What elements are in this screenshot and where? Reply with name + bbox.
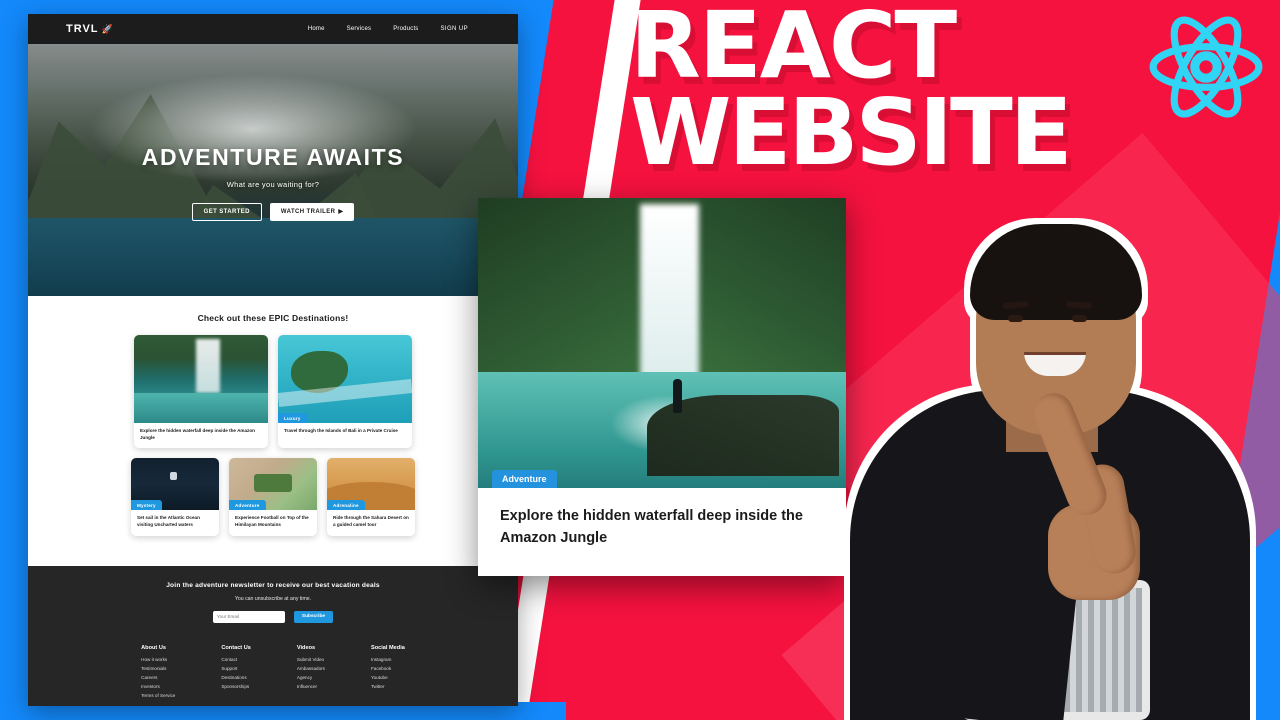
- footer-column-social-media: Social Media Instagram Facebook Youtube …: [371, 645, 405, 702]
- card-badge: Adventure: [134, 413, 171, 423]
- card-badge: Adventure: [229, 500, 266, 511]
- presenter-pointing-hand: [1020, 387, 1140, 600]
- footer-link[interactable]: Ambassadors: [297, 666, 325, 671]
- newsletter-subtext: You can unsubscribe at any time.: [234, 595, 312, 602]
- card-badge: Adrenaline: [327, 500, 365, 511]
- footer-link[interactable]: Destinations: [221, 675, 251, 680]
- site-navbar: TRVL 🚀 Home Services Products SIGN UP: [28, 14, 518, 44]
- rocket-icon: 🚀: [101, 23, 114, 34]
- get-started-button[interactable]: GET STARTED: [191, 202, 262, 221]
- footer-link-columns: About Us How it works Testimonials Caree…: [28, 623, 518, 706]
- newsletter-form: Subscribe: [28, 610, 518, 623]
- newsletter-subscribe-button[interactable]: Subscribe: [293, 610, 334, 623]
- aerial-field-image: Adventure: [229, 458, 317, 511]
- waterfall-image: Adventure: [134, 335, 268, 423]
- watch-trailer-button[interactable]: WATCH TRAILER ▶: [269, 202, 355, 221]
- footer-column-contact-us: Contact Us Contact Support Destinations …: [221, 645, 251, 702]
- card-caption: Travel through the Islands of Bali in a …: [284, 428, 398, 433]
- waterfall-hero-image: Adventure: [478, 198, 846, 488]
- footer-column-title: Contact Us: [221, 644, 251, 651]
- waterfall-stream: [639, 203, 699, 390]
- footer-link[interactable]: Facebook: [371, 666, 405, 671]
- card-caption: Ride through the Sahara Desert on a guid…: [333, 515, 409, 527]
- footer-link[interactable]: How it works: [141, 657, 175, 662]
- hero-content: ADVENTURE AWAITS What are you waiting fo…: [28, 44, 518, 296]
- card-badge: Mystery: [131, 500, 162, 511]
- hero-subtitle: What are you waiting for?: [226, 179, 320, 189]
- footer-link[interactable]: Agency: [297, 675, 325, 680]
- footer-link[interactable]: Careers: [141, 675, 175, 680]
- footer-link[interactable]: Contact: [221, 657, 251, 662]
- site-logo[interactable]: TRVL 🚀: [66, 23, 114, 35]
- destination-card[interactable]: Adventure Explore the hidden waterfall d…: [134, 335, 268, 449]
- footer-link[interactable]: Submit Video: [297, 657, 325, 662]
- card-caption: Set sail in the Atlantic Ocean visiting …: [137, 515, 200, 527]
- footer-link[interactable]: Terms of Service: [141, 693, 175, 698]
- destinations-heading: Check out these EPIC Destinations!: [197, 313, 349, 323]
- bali-islands-image: Luxury: [278, 335, 412, 423]
- card-badge: Luxury: [278, 413, 307, 423]
- overlay-card-caption: Explore the hidden waterfall deep inside…: [500, 508, 803, 546]
- footer-column-title: Social Media: [370, 644, 405, 651]
- nav-item-services[interactable]: Services: [347, 26, 372, 32]
- presenter-cutout: [810, 160, 1280, 720]
- footer-column-title: About Us: [141, 644, 166, 651]
- footer-link[interactable]: Youtube: [371, 675, 405, 680]
- footer-column-about-us: About Us How it works Testimonials Caree…: [141, 645, 175, 702]
- destinations-section: Check out these EPIC Destinations! Adven…: [28, 296, 518, 566]
- presenter-eye-right: [1072, 315, 1087, 322]
- footer-column-videos: Videos Submit Video Ambassadors Agency I…: [297, 645, 325, 702]
- destination-card[interactable]: Adventure Experience Football on Top of …: [229, 458, 317, 536]
- play-icon: ▶: [338, 209, 344, 215]
- hero-title: ADVENTURE AWAITS: [141, 143, 405, 170]
- atlantic-ocean-image: Mystery: [131, 458, 219, 511]
- newsletter-block: Join the adventure newsletter to receive…: [28, 582, 518, 623]
- footer-link[interactable]: Support: [221, 666, 251, 671]
- footer-link[interactable]: Twitter: [371, 684, 405, 689]
- destination-card[interactable]: Luxury Travel through the Islands of Bal…: [278, 335, 412, 449]
- nav-signup-button[interactable]: SIGN UP: [441, 26, 480, 32]
- person-silhouette: [673, 378, 683, 413]
- website-screenshot: TRVL 🚀 Home Services Products SIGN UP AD…: [28, 14, 518, 706]
- footer-link[interactable]: Investors: [141, 684, 175, 689]
- footer-link[interactable]: Sponsorships: [221, 684, 251, 689]
- presenter-hair: [970, 224, 1142, 320]
- newsletter-email-input[interactable]: [212, 610, 285, 623]
- sahara-desert-image: Adrenaline: [327, 458, 415, 511]
- footer-link[interactable]: Influencer: [297, 684, 325, 689]
- footer-link[interactable]: Testimonials: [141, 666, 175, 671]
- site-nav-links: Home Services Products SIGN UP: [308, 26, 480, 32]
- site-footer: Join the adventure newsletter to receive…: [28, 565, 518, 706]
- card-caption: Explore the hidden waterfall deep inside…: [140, 428, 255, 440]
- presenter-eye-left: [1008, 315, 1023, 322]
- card-caption: Experience Football on Top of the Himila…: [235, 515, 309, 527]
- destinations-row-2: Mystery Set sail in the Atlantic Ocean v…: [28, 458, 518, 536]
- thumbnail-title-line-1: REACT: [630, 0, 957, 99]
- hero-section: ADVENTURE AWAITS What are you waiting fo…: [28, 44, 518, 296]
- overlay-card-badge: Adventure: [492, 470, 557, 488]
- site-logo-text: TRVL: [66, 23, 99, 35]
- nav-item-products[interactable]: Products: [393, 26, 418, 32]
- destination-card[interactable]: Mystery Set sail in the Atlantic Ocean v…: [131, 458, 219, 536]
- destination-card[interactable]: Adrenaline Ride through the Sahara Deser…: [327, 458, 415, 536]
- footer-link[interactable]: Instagram: [371, 657, 405, 662]
- footer-column-title: Videos: [296, 644, 316, 651]
- hero-buttons: GET STARTED WATCH TRAILER ▶: [191, 202, 355, 221]
- overlay-destination-card[interactable]: Adventure Explore the hidden waterfall d…: [478, 198, 846, 576]
- newsletter-heading: Join the adventure newsletter to receive…: [166, 581, 380, 589]
- watch-trailer-label: WATCH TRAILER: [280, 208, 336, 215]
- thumbnail-title: REACT WEBSITE: [630, 0, 1190, 178]
- nav-item-home[interactable]: Home: [308, 26, 325, 32]
- destinations-row-1: Adventure Explore the hidden waterfall d…: [28, 335, 518, 449]
